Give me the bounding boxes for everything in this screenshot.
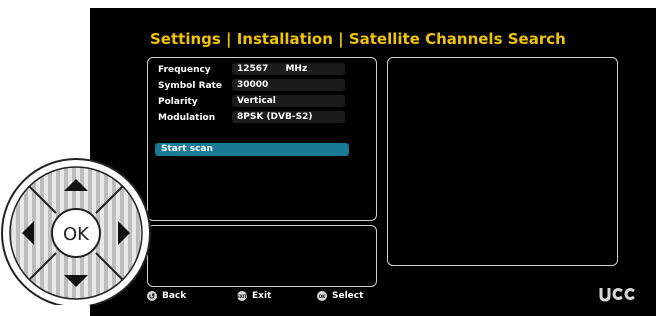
- info-panel: [147, 225, 377, 287]
- channel-list-panel: [387, 57, 618, 266]
- symbol-rate-label: Symbol Rate: [158, 81, 222, 91]
- polarity-label: Polarity: [158, 97, 198, 107]
- modulation-field[interactable]: 8PSK (DVB-S2): [232, 111, 345, 123]
- frequency-value: 12567: [237, 64, 269, 74]
- select-label: Select: [332, 291, 364, 301]
- modulation-label: Modulation: [158, 113, 216, 123]
- page-title: Settings | Installation | Satellite Chan…: [150, 30, 566, 48]
- back-hint[interactable]: ↺ Back: [147, 291, 186, 301]
- uec-logo: [599, 288, 635, 302]
- frequency-unit: MHz: [285, 64, 308, 74]
- exit-icon: EXIT: [237, 291, 247, 301]
- select-hint[interactable]: OK Select: [317, 291, 363, 301]
- polarity-field[interactable]: Vertical: [232, 95, 345, 107]
- ok-button[interactable]: OK: [63, 224, 90, 245]
- dpad-remote: OK: [1, 158, 151, 305]
- ok-icon: OK: [317, 291, 327, 301]
- exit-label: Exit: [252, 291, 272, 301]
- start-scan-button[interactable]: Start scan: [155, 143, 349, 156]
- back-label: Back: [162, 291, 187, 301]
- exit-hint[interactable]: EXIT Exit: [237, 291, 271, 301]
- symbol-rate-field[interactable]: 30000: [232, 79, 345, 91]
- frequency-field[interactable]: 12567 MHz: [232, 63, 345, 75]
- frequency-label: Frequency: [158, 65, 211, 75]
